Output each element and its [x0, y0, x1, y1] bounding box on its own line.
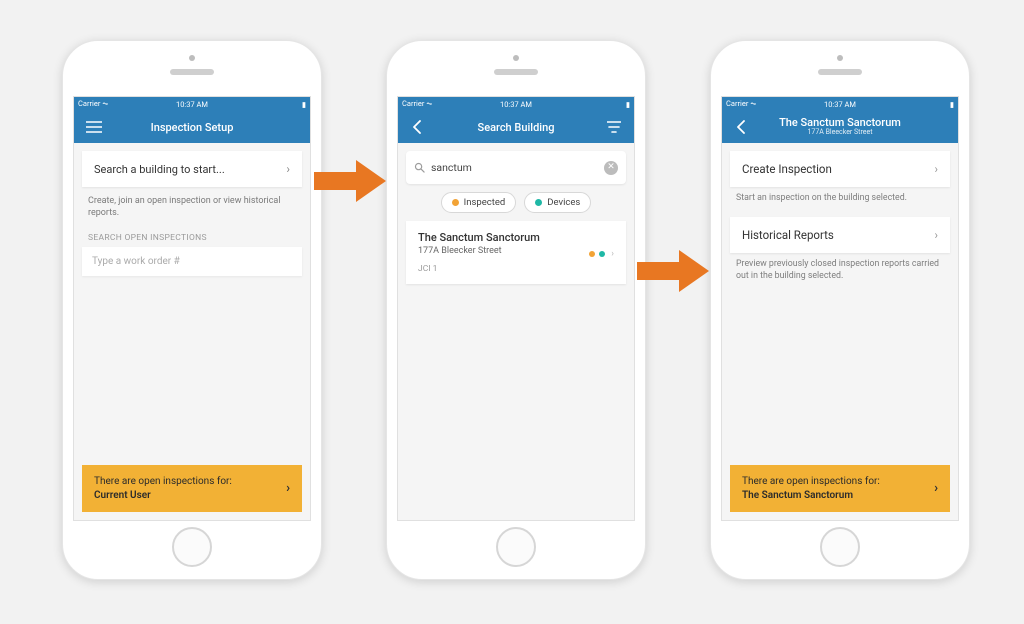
content-2: sanctum ✕ Inspected Devices The Sanctum …	[398, 143, 634, 520]
chevron-right-icon: ›	[935, 228, 938, 242]
dot-orange-icon	[452, 199, 459, 206]
chevron-right-icon: ›	[286, 480, 290, 498]
chip-inspected-label: Inspected	[464, 197, 506, 208]
banner-text: There are open inspections for: Current …	[94, 475, 232, 502]
filter-button[interactable]	[598, 111, 630, 143]
open-inspections-banner[interactable]: There are open inspections for: Current …	[82, 465, 302, 512]
chip-devices-label: Devices	[547, 197, 580, 208]
banner-line2: Current User	[94, 489, 232, 503]
search-building-label: Search a building to start...	[94, 163, 225, 176]
banner-line1: There are open inspections for:	[742, 475, 880, 489]
chip-inspected[interactable]: Inspected	[441, 192, 517, 213]
status-dot-teal-icon	[599, 251, 605, 257]
banner-text: There are open inspections for: The Sanc…	[742, 475, 880, 502]
phone-frame-3: Carrier ⏦ 10:37 AM ▮ The Sanctum Sanctor…	[710, 40, 970, 580]
search-result-row[interactable]: The Sanctum Sanctorum 177A Bleecker Stre…	[406, 221, 626, 284]
screen-1: Carrier ⏦ 10:37 AM ▮ Inspection Setup Se…	[73, 96, 311, 521]
content-1: Search a building to start... › Create, …	[74, 143, 310, 520]
create-inspection-row[interactable]: Create Inspection ›	[730, 151, 950, 187]
legend-chips: Inspected Devices	[398, 192, 634, 213]
nav-bar: The Sanctum Sanctorum 177A Bleecker Stre…	[722, 111, 958, 143]
back-button[interactable]	[726, 111, 758, 143]
result-title: The Sanctum Sanctorum	[418, 231, 614, 244]
screen-2: Carrier ⏦ 10:37 AM ▮ Search Building	[397, 96, 635, 521]
status-time: 10:37 AM	[74, 100, 310, 109]
chevron-left-icon	[736, 120, 748, 134]
search-building-row[interactable]: Search a building to start... ›	[82, 151, 302, 187]
phone-speaker	[818, 69, 862, 75]
status-bar: Carrier ⏦ 10:37 AM ▮	[398, 97, 634, 111]
hamburger-icon	[86, 121, 102, 133]
screen-3: Carrier ⏦ 10:37 AM ▮ The Sanctum Sanctor…	[721, 96, 959, 521]
filter-icon	[607, 121, 621, 133]
chevron-right-icon: ›	[935, 162, 938, 176]
work-order-input[interactable]: Type a work order #	[82, 247, 302, 276]
dot-teal-icon	[535, 199, 542, 206]
nav-subtitle: 177A Bleecker Street	[779, 129, 901, 137]
create-inspection-label: Create Inspection	[742, 162, 832, 176]
open-inspections-banner[interactable]: There are open inspections for: The Sanc…	[730, 465, 950, 512]
status-dot-orange-icon	[589, 251, 595, 257]
status-right: ▮	[950, 100, 954, 109]
flow-arrow-1	[314, 160, 386, 202]
status-time: 10:37 AM	[398, 100, 634, 109]
status-left: Carrier ⏦	[78, 99, 108, 109]
menu-button[interactable]	[78, 111, 110, 143]
flow-arrow-2	[637, 250, 709, 292]
stage: Carrier ⏦ 10:37 AM ▮ Inspection Setup Se…	[0, 0, 1024, 624]
phone-speaker	[494, 69, 538, 75]
back-button[interactable]	[402, 111, 434, 143]
nav-bar: Inspection Setup	[74, 111, 310, 143]
status-bar: Carrier ⏦ 10:37 AM ▮	[722, 97, 958, 111]
phone-speaker	[170, 69, 214, 75]
nav-title-stack: The Sanctum Sanctorum 177A Bleecker Stre…	[779, 117, 901, 137]
search-input[interactable]: sanctum ✕	[406, 151, 626, 184]
helper-text: Create, join an open inspection or view …	[74, 195, 310, 227]
banner-line1: There are open inspections for:	[94, 475, 232, 489]
chevron-left-icon	[412, 120, 424, 134]
status-time: 10:37 AM	[722, 100, 958, 109]
result-subtitle: 177A Bleecker Street	[418, 246, 614, 256]
chevron-right-icon: ›	[934, 480, 938, 498]
nav-title: Search Building	[478, 121, 555, 134]
result-meta: JCI 1	[418, 264, 614, 274]
nav-bar: Search Building	[398, 111, 634, 143]
chip-devices[interactable]: Devices	[524, 192, 591, 213]
historical-reports-label: Historical Reports	[742, 228, 834, 242]
search-icon	[414, 158, 425, 177]
phone-camera	[513, 55, 519, 61]
open-inspections-label: SEARCH OPEN INSPECTIONS	[74, 227, 310, 247]
home-button[interactable]	[496, 527, 536, 567]
historical-reports-desc: Preview previously closed inspection rep…	[722, 253, 958, 285]
work-order-placeholder: Type a work order #	[92, 256, 180, 267]
status-left: Carrier ⏦	[726, 99, 756, 109]
create-inspection-desc: Start an inspection on the building sele…	[722, 187, 958, 207]
status-right: ▮	[626, 100, 630, 109]
phone-frame-2: Carrier ⏦ 10:37 AM ▮ Search Building	[386, 40, 646, 580]
phone-frame-1: Carrier ⏦ 10:37 AM ▮ Inspection Setup Se…	[62, 40, 322, 580]
content-3: Create Inspection › Start an inspection …	[722, 143, 958, 520]
status-left: Carrier ⏦	[402, 99, 432, 109]
status-right: ▮	[302, 100, 306, 109]
phone-camera	[189, 55, 195, 61]
nav-title: Inspection Setup	[151, 121, 234, 134]
home-button[interactable]	[820, 527, 860, 567]
status-bar: Carrier ⏦ 10:37 AM ▮	[74, 97, 310, 111]
search-value: sanctum	[431, 161, 598, 174]
clear-search-button[interactable]: ✕	[604, 161, 618, 175]
home-button[interactable]	[172, 527, 212, 567]
banner-line2: The Sanctum Sanctorum	[742, 489, 880, 503]
result-status-dots: ›	[589, 249, 614, 259]
phone-camera	[837, 55, 843, 61]
chevron-right-icon: ›	[611, 249, 614, 259]
historical-reports-row[interactable]: Historical Reports ›	[730, 217, 950, 253]
chevron-right-icon: ›	[286, 162, 290, 176]
